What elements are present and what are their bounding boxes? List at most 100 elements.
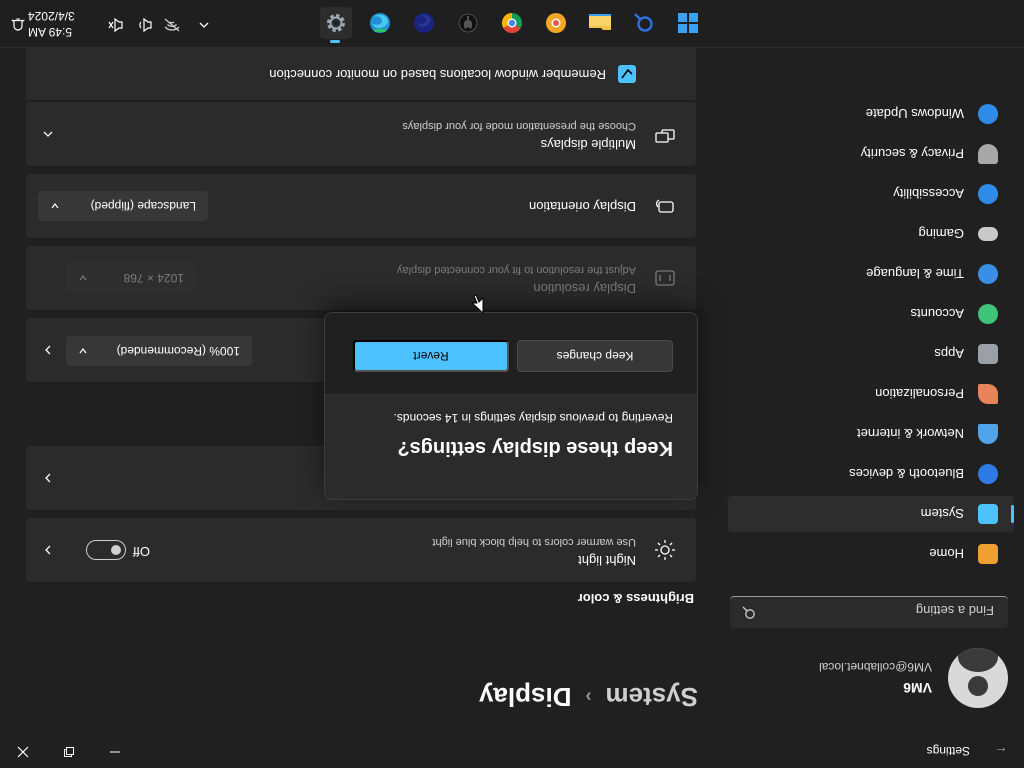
settings-icon	[327, 14, 345, 32]
update-icon	[978, 104, 998, 124]
taskbar-search-button[interactable]	[628, 7, 660, 39]
network-tray[interactable]	[162, 15, 182, 35]
profile-email: VM6@collabnet.local	[819, 660, 932, 674]
avatar	[948, 648, 1008, 708]
gamepad-icon	[978, 227, 998, 241]
resolution-icon	[655, 270, 675, 286]
chrome-canary-icon	[546, 13, 566, 33]
sidebar-item-home[interactable]: Home	[728, 536, 1014, 572]
resolution-subtitle: Adjust the resolution to fit your connec…	[396, 264, 636, 276]
home-icon	[978, 544, 998, 564]
breadcrumb-parent[interactable]: System	[606, 682, 699, 712]
brush-icon	[978, 384, 998, 404]
orientation-icon	[655, 199, 674, 213]
sidebar-item-apps[interactable]: Apps	[728, 336, 1014, 372]
scale-value: 100% (Recommended)	[116, 344, 240, 358]
edge-icon	[370, 13, 390, 33]
revert-button[interactable]: Revert	[353, 340, 509, 372]
dialog-footer: Keep changes Revert	[325, 312, 697, 395]
show-hidden-icons[interactable]	[194, 15, 214, 35]
mouse-pointer-icon	[470, 294, 484, 314]
sidebar-item-time-language[interactable]: Time & language	[728, 256, 1014, 292]
search-box[interactable]	[730, 596, 1008, 628]
sidebar-item-windows-update[interactable]: Windows Update	[728, 96, 1014, 132]
file-explorer-icon	[589, 14, 611, 30]
start-icon	[678, 13, 698, 33]
chevron-up-icon[interactable]	[42, 128, 54, 140]
display-resolution-row: Display resolution Adjust the resolution…	[26, 246, 696, 310]
resolution-title: Display resolution	[533, 281, 636, 296]
resolution-dropdown[interactable]: 1024 × 768	[66, 263, 196, 293]
sidebar-item-accessibility[interactable]: Accessibility	[728, 176, 1014, 212]
bell-icon	[11, 18, 25, 31]
search-input[interactable]	[762, 600, 996, 622]
mute-icon	[108, 17, 123, 33]
taskbar-settings[interactable]	[320, 7, 352, 43]
bluetooth-icon	[978, 464, 998, 484]
sidebar-item-accounts[interactable]: Accounts	[728, 296, 1014, 332]
volume-tray[interactable]	[134, 15, 154, 35]
orientation-dropdown[interactable]: Landscape (flipped)	[38, 191, 208, 221]
sun-icon	[655, 540, 675, 560]
orientation-title: Display orientation	[529, 199, 636, 214]
sidebar-item-bluetooth[interactable]: Bluetooth & devices	[728, 456, 1014, 492]
notifications-button[interactable]	[8, 15, 28, 35]
battery-tray[interactable]	[106, 15, 126, 35]
edge-dev-icon	[414, 13, 434, 33]
chevron-right-icon	[45, 473, 51, 483]
remember-window-locations-row: Remember window locations based on monit…	[26, 48, 696, 100]
sidebar-item-gaming[interactable]: Gaming	[728, 216, 1014, 252]
sidebar-item-privacy[interactable]: Privacy & security	[728, 136, 1014, 172]
profile-name: VM6	[903, 680, 932, 696]
sidebar-item-network[interactable]: Network & internet	[728, 416, 1014, 452]
taskbar-chrome-canary[interactable]	[540, 7, 572, 39]
accounts-icon	[978, 304, 998, 324]
display-orientation-row: Display orientation Landscape (flipped)	[26, 174, 696, 238]
back-arrow-icon[interactable]: ←	[994, 744, 1008, 760]
network-icon	[978, 424, 998, 444]
network-disconnected-icon	[164, 18, 180, 32]
keep-changes-button[interactable]: Keep changes	[517, 340, 673, 372]
apps-icon	[978, 344, 998, 364]
start-button[interactable]	[672, 7, 704, 39]
globe-clock-icon	[978, 264, 998, 284]
taskbar: 5:49 AM 3/4/2024	[0, 0, 1024, 48]
chevron-down-icon	[79, 348, 87, 354]
taskbar-chrome[interactable]	[496, 7, 528, 39]
taskbar-edge-dev[interactable]	[408, 7, 440, 39]
screen: ← Settings VM6 VM6@collabnet.local Home …	[0, 0, 1024, 768]
chevron-right-icon	[45, 345, 51, 355]
chevron-right-icon	[45, 545, 51, 555]
multiple-displays-subtitle: Choose the presentation mode for your di…	[402, 120, 636, 132]
toggle-knob	[111, 545, 121, 555]
multiple-displays-icon	[655, 129, 675, 143]
chrome-icon	[501, 12, 522, 34]
keep-settings-dialog: Keep these display settings? Reverting t…	[324, 312, 698, 500]
resolution-value: 1024 × 768	[123, 271, 184, 285]
scale-dropdown[interactable]: 100% (Recommended)	[66, 336, 252, 366]
active-app-indicator	[330, 40, 340, 43]
remember-window-locations-checkbox[interactable]	[618, 65, 636, 83]
taskbar-github[interactable]	[452, 7, 484, 39]
night-light-row[interactable]: Night light Use warmer colors to help bl…	[26, 518, 696, 582]
taskbar-file-explorer[interactable]	[584, 7, 616, 39]
multiple-displays-row[interactable]: Multiple displays Choose the presentatio…	[26, 102, 696, 166]
orientation-value: Landscape (flipped)	[90, 199, 196, 213]
chevron-down-icon	[79, 275, 87, 281]
search-icon	[742, 606, 755, 619]
clock-date: 3/4/2024	[28, 9, 75, 23]
dialog-message: Reverting to previous display settings i…	[393, 411, 674, 425]
settings-window: ← Settings VM6 VM6@collabnet.local Home …	[0, 48, 1024, 768]
sidebar-nav: Home System Bluetooth & devices Network …	[728, 92, 1014, 572]
taskbar-clock[interactable]: 5:49 AM 3/4/2024	[28, 8, 86, 40]
sidebar-item-system[interactable]: System	[728, 496, 1014, 532]
night-light-title: Night light	[578, 553, 636, 568]
accessibility-icon	[978, 184, 998, 204]
breadcrumb: System › Display	[479, 681, 698, 712]
dialog-title: Keep these display settings?	[397, 437, 673, 459]
checkmark-icon	[621, 68, 633, 79]
taskbar-edge[interactable]	[364, 7, 396, 39]
sidebar-item-personalization[interactable]: Personalization	[728, 376, 1014, 412]
night-light-toggle[interactable]	[86, 540, 126, 560]
chevron-up-icon	[199, 22, 209, 28]
